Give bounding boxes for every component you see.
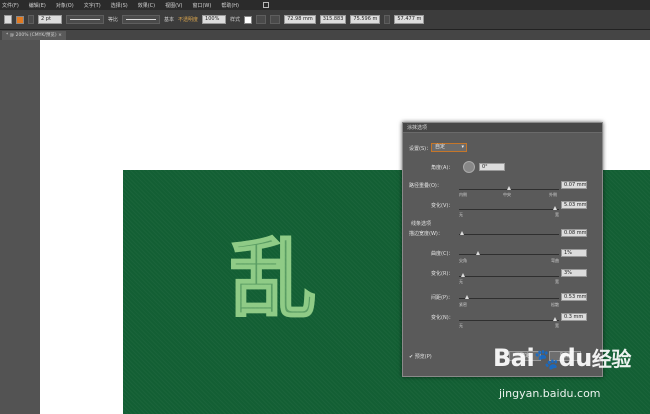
stroke-swatch[interactable] [28, 15, 34, 24]
tools-panel [0, 40, 40, 414]
tick-wide-3: 宽 [555, 323, 559, 328]
tick-wide-2: 宽 [555, 279, 559, 284]
baidu-logo-bai: Bai [493, 344, 535, 372]
baidu-logo-du: du [558, 344, 593, 372]
stroke-profile-label: 等比 [108, 17, 119, 23]
link-icon[interactable] [384, 15, 391, 24]
spacing-field[interactable]: 0.53 mm [561, 293, 587, 301]
brush-definition-select[interactable] [122, 15, 161, 24]
variation-2-thumb[interactable] [461, 273, 465, 277]
angle-field[interactable]: 0° [479, 163, 505, 171]
outline-overlap-label: 路径重叠(O)： [409, 183, 442, 189]
angle-dial[interactable] [463, 161, 475, 173]
tick-center: 中央 [503, 192, 511, 197]
preset-label: 设置(S)： [409, 146, 432, 152]
stroke-width-field[interactable]: 2 pt [38, 15, 62, 24]
outline-overlap-field[interactable]: 0.07 mm [561, 181, 587, 189]
variation-3-label: 变化(N)： [431, 315, 454, 321]
variation-3-slider[interactable] [459, 320, 559, 321]
tick-none: 无 [459, 212, 463, 217]
baidu-logo-jingyan: 经验 [591, 347, 632, 371]
style-swatch[interactable] [244, 15, 253, 24]
variation-1-thumb[interactable] [553, 206, 557, 210]
stroke-width-thumb[interactable] [460, 231, 464, 235]
spacing-slider[interactable] [459, 298, 559, 299]
line-options-label: 线条选项 [411, 221, 432, 227]
curviness-field[interactable]: 1% [561, 249, 587, 257]
spacing-label: 间距(P)： [431, 295, 453, 301]
x-field[interactable]: 72.98 mm [284, 15, 316, 24]
stroke-width-value-field[interactable]: 0.08 mm [561, 229, 587, 237]
chalk-text[interactable]: 乱 [229, 229, 325, 331]
menu-item-view[interactable]: 视图(V) [165, 2, 182, 9]
width-field[interactable]: 75.596 m [350, 15, 381, 24]
menu-item-window[interactable]: 窗口(W) [192, 2, 211, 9]
menu-item-edit[interactable]: 编辑(E) [29, 2, 46, 9]
stroke-width-slider[interactable] [459, 234, 559, 235]
tick-inside: 内侧 [459, 192, 467, 197]
variation-1-field[interactable]: 5.03 mm [561, 201, 587, 209]
height-field[interactable]: 57.477 m [394, 15, 425, 24]
tick-angular: 尖角 [459, 258, 467, 263]
spacing-thumb[interactable] [465, 295, 469, 299]
outline-overlap-thumb[interactable] [507, 186, 511, 190]
variation-2-label: 变化(R)： [431, 271, 454, 277]
menu-item-select[interactable]: 选择(S) [111, 2, 128, 9]
watermark-url: jingyan.baidu.com [499, 387, 601, 400]
variation-3-field[interactable]: 0.3 mm [561, 313, 587, 321]
curviness-slider[interactable] [459, 254, 559, 255]
variation-1-slider[interactable] [459, 209, 559, 210]
baidu-watermark: Bai🐾du经验 jingyan.baidu.com [493, 343, 643, 409]
y-field[interactable]: 315.883 [319, 15, 347, 24]
transform-icon[interactable] [270, 15, 281, 24]
curviness-thumb[interactable] [476, 251, 480, 255]
menu-item-type[interactable]: 文字(T) [84, 2, 101, 9]
workspace-switcher-icon[interactable] [263, 2, 269, 8]
tick-none-2: 无 [459, 279, 463, 284]
menu-item-help[interactable]: 帮助(H) [221, 2, 239, 9]
document-tab-label: * @ 200% (CMYK/预览) [6, 33, 57, 38]
curviness-label: 曲度(C)： [431, 251, 454, 257]
preview-checkbox[interactable]: ✔ 预览(P) [409, 353, 432, 360]
menu-bar: 文件(F) 编辑(E) 对象(O) 文字(T) 选择(S) 效果(C) 视图(V… [0, 0, 650, 10]
opacity-label[interactable]: 不透明度 [178, 16, 198, 23]
baidu-logo: Bai🐾du经验 [493, 343, 631, 372]
preset-select[interactable]: 自定 [431, 143, 467, 152]
tick-outside: 外侧 [549, 192, 557, 197]
tick-wide: 宽 [555, 212, 559, 217]
menu-item-file[interactable]: 文件(F) [2, 2, 19, 9]
control-bar: 2 pt 等比 基本 不透明度 100% 样式 72.98 mm 315.883… [0, 10, 650, 30]
paw-icon: 🐾 [534, 347, 559, 371]
tick-loose: 松散 [551, 302, 559, 307]
menu-item-object[interactable]: 对象(O) [56, 2, 74, 9]
angle-label: 角度(A)： [431, 165, 454, 171]
tick-loopy: 弯曲 [551, 258, 559, 263]
scribble-options-dialog: 涂抹选项 设置(S)： 自定 角度(A)： 0° 路径重叠(O)： 0.07 m… [402, 122, 603, 377]
variation-2-field[interactable]: 3% [561, 269, 587, 277]
menu-item-effect[interactable]: 效果(C) [138, 2, 155, 9]
selection-icon[interactable] [4, 15, 12, 24]
stroke-width-label: 描边宽度(W)： [409, 231, 443, 237]
tick-none-3: 无 [459, 323, 463, 328]
document-tab[interactable]: * @ 200% (CMYK/预览) × [2, 31, 66, 40]
opacity-field[interactable]: 100% [202, 15, 227, 24]
fill-swatch[interactable] [16, 15, 24, 24]
variation-3-thumb[interactable] [553, 317, 557, 321]
variation-2-slider[interactable] [459, 276, 559, 277]
close-icon[interactable]: × [58, 33, 62, 38]
align-icon[interactable] [256, 15, 267, 24]
tick-tight: 紧密 [459, 302, 467, 307]
stroke-profile-select[interactable] [66, 15, 104, 24]
style-label: 样式 [230, 17, 241, 23]
dialog-title: 涂抹选项 [403, 123, 602, 133]
document-tab-bar: * @ 200% (CMYK/预览) × [0, 30, 650, 40]
variation-1-label: 变化(V)： [431, 203, 454, 209]
brush-label: 基本 [164, 17, 175, 23]
